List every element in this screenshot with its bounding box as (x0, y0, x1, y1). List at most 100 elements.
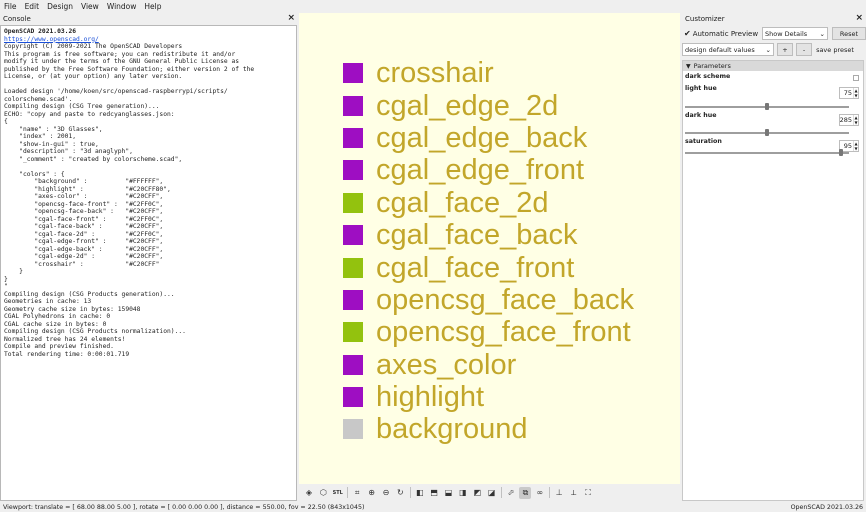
color-swatch (343, 257, 363, 278)
parameters-group-header[interactable]: ▼ Parameters (683, 61, 863, 71)
dark-hue-spinbox[interactable]: 285 ▲ ▼ (839, 114, 859, 126)
view-back-icon[interactable]: ◪ (486, 487, 498, 499)
customizer-panel: ▼ Parameters dark scheme light hue 75 ▲ ▼… (682, 60, 864, 501)
show-axes-icon[interactable]: ⊥ (553, 487, 565, 499)
toolbar-divider (409, 487, 411, 498)
triangle-down-icon: ▼ (686, 62, 691, 70)
legend-row: cgal_face_front (343, 251, 634, 284)
console-version: OpenSCAD 2021.03.26 (4, 28, 77, 35)
color-swatch (343, 192, 363, 213)
spin-value: 95 (843, 142, 852, 150)
details-select[interactable]: Show Details ⌄ (762, 27, 828, 40)
color-swatch (343, 322, 363, 343)
param-label: light hue (685, 85, 717, 92)
group-label: Parameters (693, 62, 731, 70)
dark-scheme-checkbox[interactable] (853, 75, 859, 81)
light-hue-spinbox[interactable]: 75 ▲ ▼ (839, 87, 859, 99)
legend-row: cgal_face_2d (343, 187, 634, 219)
legend-row: cgal_edge_front (343, 154, 634, 186)
show-edges-icon[interactable]: ⛶ (582, 487, 594, 499)
close-icon[interactable]: × (287, 14, 295, 23)
slider-handle[interactable] (765, 103, 769, 110)
menu-window[interactable]: Window (103, 2, 141, 11)
view-right-icon[interactable]: ◧ (414, 487, 426, 499)
show-scale-icon[interactable]: ⟂ (568, 487, 580, 499)
preset-select-value: design default values (685, 45, 755, 54)
render-icon[interactable]: ⬡ (317, 487, 329, 499)
preview-icon[interactable]: ◈ (303, 487, 315, 499)
perspective-icon[interactable]: ⬀ (505, 487, 517, 499)
legend-label: opencsg_face_back (376, 283, 634, 316)
spin-arrows-icon[interactable]: ▲ ▼ (853, 115, 858, 125)
slider-handle[interactable] (838, 149, 843, 156)
preset-select[interactable]: design default values ⌄ (682, 43, 774, 56)
chevron-down-icon: ⌄ (765, 45, 771, 54)
view-top-icon[interactable]: ⬒ (428, 487, 440, 499)
reset-view-icon[interactable]: ↻ (394, 487, 406, 499)
console-output[interactable]: OpenSCAD 2021.03.26 https://www.openscad… (0, 25, 297, 501)
menu-help[interactable]: Help (140, 2, 165, 11)
legend-row: axes_color (343, 349, 634, 381)
console-url-link[interactable]: https://www.openscad.org/ (4, 36, 99, 43)
legend-row: cgal_edge_back (343, 122, 634, 154)
legend-label: crosshair (376, 57, 494, 90)
legend-row: opencsg_face_front (343, 316, 634, 348)
color-swatch (343, 95, 363, 116)
spin-arrows-icon[interactable]: ▲ ▼ (853, 88, 858, 98)
color-legend: crosshair cgal_edge_2d cgal_edge_back cgal_… (343, 57, 634, 446)
color-swatch (343, 127, 363, 148)
dark-hue-slider[interactable] (685, 129, 849, 136)
console-header: Console × (0, 13, 298, 24)
zoom-in-icon[interactable]: ⊕ (366, 487, 378, 499)
remove-preset-button[interactable]: - (796, 43, 812, 56)
saturation-slider[interactable] (685, 149, 849, 156)
save-preset-button[interactable]: save preset (816, 43, 854, 56)
preset-row: design default values ⌄ + - save preset (682, 42, 866, 57)
customizer-header: Customizer × (682, 13, 866, 24)
legend-row: opencsg_face_back (343, 284, 634, 316)
3d-viewport[interactable]: crosshair cgal_edge_2d cgal_edge_back cgal_… (299, 13, 680, 484)
menu-view[interactable]: View (77, 2, 103, 11)
legend-label: axes_color (376, 348, 517, 381)
color-swatch (343, 419, 363, 440)
param-label: saturation (685, 138, 722, 145)
close-icon[interactable]: × (855, 14, 863, 23)
automatic-preview-checkbox[interactable]: ✔ Automatic Preview (684, 29, 760, 38)
orthogonal-icon[interactable]: ⧉ (519, 486, 532, 499)
toolbar-divider (549, 487, 551, 498)
view-left-icon[interactable]: ◨ (457, 487, 469, 499)
light-hue-slider[interactable] (685, 103, 849, 110)
color-swatch (343, 289, 363, 310)
add-preset-button[interactable]: + (777, 43, 793, 56)
color-swatch (343, 160, 363, 181)
toolbar-divider (501, 487, 503, 498)
slider-handle[interactable] (765, 129, 769, 136)
toolbar-divider (347, 487, 349, 498)
spin-value: 75 (843, 89, 852, 97)
param-dark-hue: dark hue 285 ▲ ▼ (683, 112, 863, 138)
viewport-info: Viewport: translate = [ 68.00 88.00 5.00… (3, 503, 365, 511)
chevron-down-icon: ⌄ (819, 29, 825, 38)
details-select-value: Show Details (765, 29, 808, 38)
view-bottom-icon[interactable]: ⬓ (443, 487, 455, 499)
status-bar: Viewport: translate = [ 68.00 88.00 5.00… (0, 502, 866, 512)
reset-button[interactable]: Reset (832, 27, 866, 40)
spin-arrows-icon[interactable]: ▲ ▼ (853, 141, 858, 151)
legend-label: cgal_face_front (376, 251, 575, 284)
customizer-toolbar: ✔ Automatic Preview Show Details ⌄ Reset (682, 26, 866, 41)
zoom-all-icon[interactable]: ⌗ (351, 487, 363, 499)
stl-export-icon[interactable]: STL (332, 487, 344, 499)
menu-file[interactable]: File (0, 2, 21, 11)
menu-design[interactable]: Design (43, 2, 77, 11)
legend-row: crosshair (343, 57, 634, 89)
color-swatch (343, 225, 363, 246)
menu-bar: File Edit Design View Window Help (0, 0, 866, 13)
color-swatch (343, 387, 363, 408)
param-saturation: saturation 95 ▲ ▼ (683, 138, 863, 164)
view-front-icon[interactable]: ◩ (471, 487, 483, 499)
legend-label: cgal_edge_back (376, 121, 588, 154)
legend-label: cgal_edge_front (376, 154, 584, 187)
anaglyph-icon[interactable]: ∞ (534, 487, 546, 499)
zoom-out-icon[interactable]: ⊖ (380, 487, 392, 499)
menu-edit[interactable]: Edit (21, 2, 44, 11)
